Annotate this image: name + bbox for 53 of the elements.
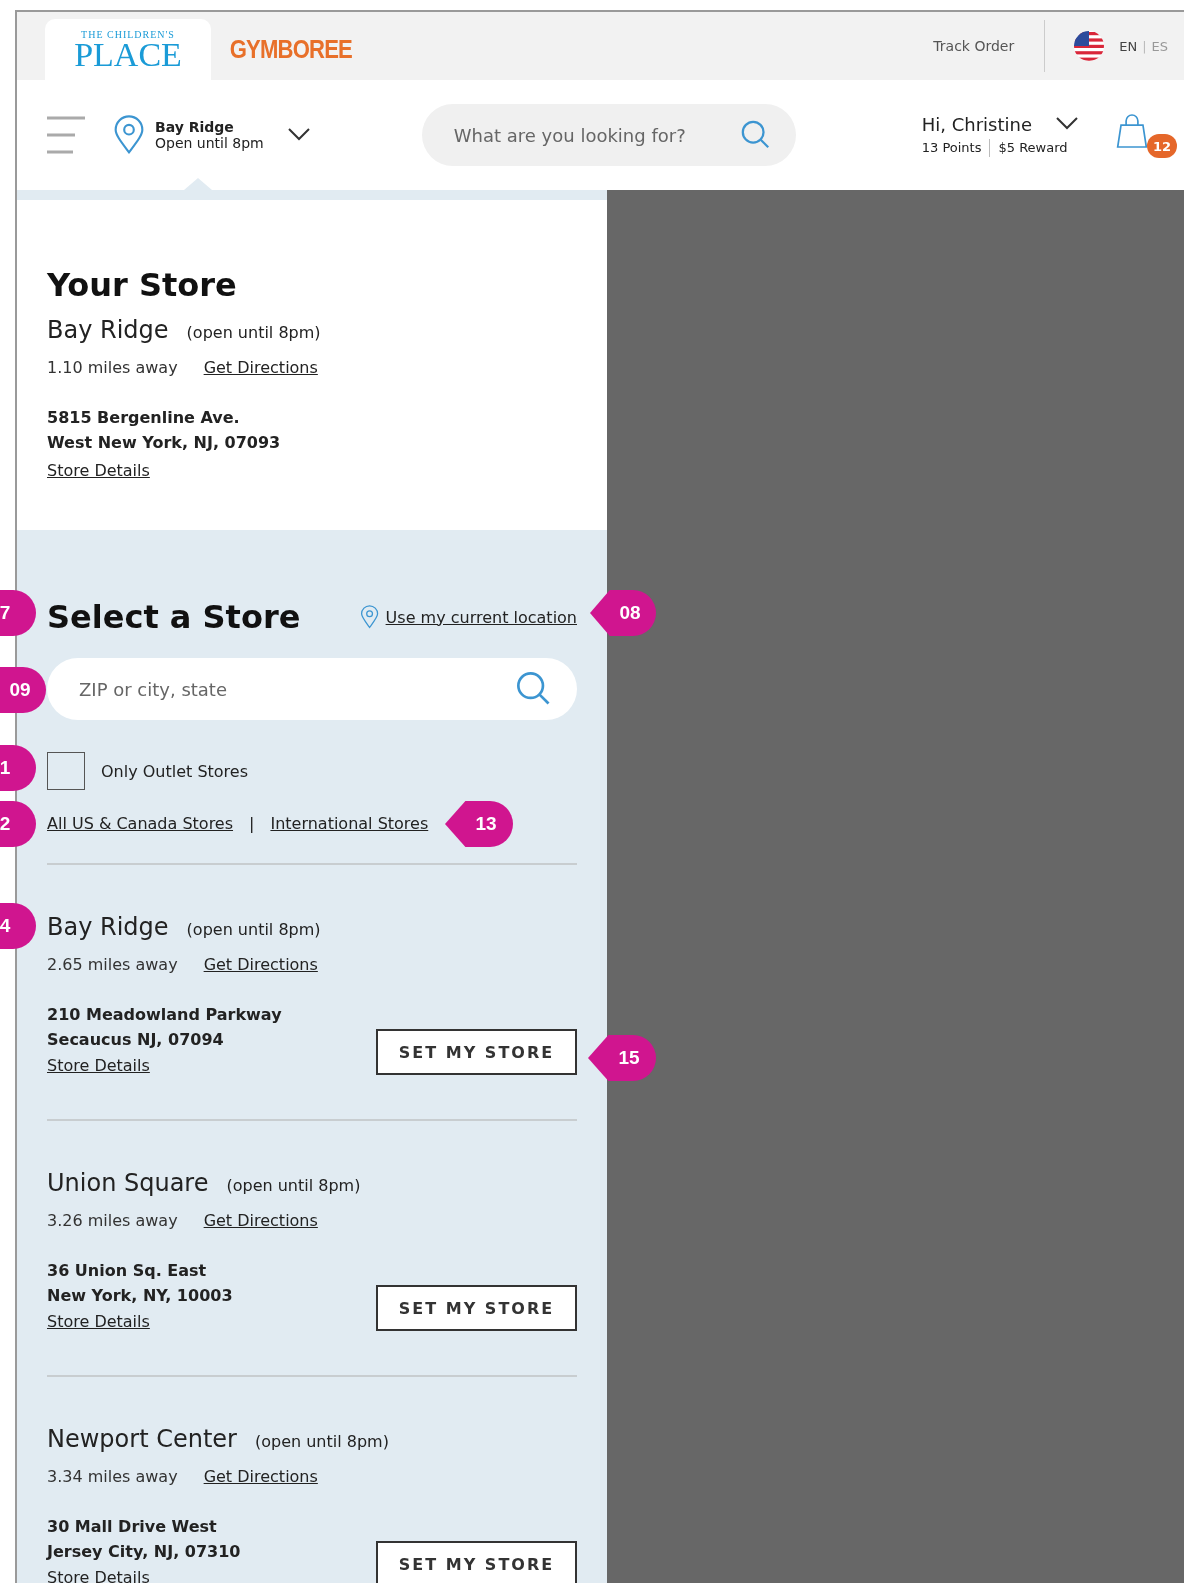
section-title: Your Store [47, 266, 238, 304]
store-name: Newport Center [47, 1425, 237, 1453]
track-order-link[interactable]: Track Order [933, 20, 1046, 72]
store-name: Union Square [47, 1169, 209, 1197]
language-separator: | [1142, 38, 1147, 54]
store-hours: (open until 8pm) [186, 323, 321, 342]
store-list-link[interactable]: International Stores [270, 814, 429, 833]
store-name[interactable]: Bay Ridge [155, 119, 264, 135]
directions-link[interactable]: Get Directions [203, 1211, 318, 1230]
language-option[interactable]: EN [1119, 38, 1138, 54]
use-location-link[interactable]: Use my current location [385, 607, 577, 627]
store-address: New York, NY, 10003 [47, 1285, 233, 1307]
directions-link[interactable]: Get Directions [203, 955, 318, 974]
greeting[interactable]: Hi, Christine [921, 113, 1033, 135]
directions-link[interactable]: Get Directions [203, 358, 318, 377]
store-hours: (open until 8pm) [226, 1176, 361, 1195]
reward-amount: $5 Reward [998, 140, 1068, 155]
set-store-button[interactable]: SET MY STORE [376, 1541, 577, 1583]
points-count: 13 Points [921, 140, 982, 155]
store-address: Secaucus NJ, 07094 [47, 1029, 224, 1051]
set-store-button[interactable]: SET MY STORE [376, 1029, 577, 1075]
store-details-link[interactable]: Store Details [47, 1312, 150, 1331]
annotation-marker: 09 [0, 667, 46, 713]
link-separator: | [249, 814, 255, 833]
store-details-link[interactable]: Store Details [47, 1056, 150, 1075]
cart-count-badge: 12 [1147, 134, 1178, 158]
store-distance: 3.34 miles away [47, 1467, 178, 1486]
store-hours: (open until 8pm) [186, 920, 321, 939]
store-address: 5815 Bergenline Ave. [47, 407, 240, 429]
brand-logo-text: THE CHILDREN'S [81, 29, 175, 40]
store-address: 210 Meadowland Parkway [47, 1004, 282, 1026]
store-address: 36 Union Sq. East [47, 1260, 207, 1282]
store-address: West New York, NJ, 07093 [47, 432, 281, 454]
zip-search-field[interactable]: ZIP or city, state [47, 658, 577, 720]
store-distance: 2.65 miles away [47, 955, 178, 974]
store-name: Bay Ridge [47, 316, 169, 344]
store-details-link[interactable]: Store Details [47, 461, 150, 480]
section-title: Select a Store [47, 598, 301, 636]
store-name: Bay Ridge [47, 913, 169, 941]
store-list-link[interactable]: All US & Canada Stores [47, 814, 234, 833]
checkbox-label: Only Outlet Stores [101, 761, 248, 781]
store-distance: 3.26 miles away [47, 1211, 178, 1230]
store-address: 30 Mall Drive West [47, 1516, 217, 1538]
brand-logo-text: GYMBOREE [229, 34, 353, 65]
store-details-link[interactable]: Store Details [47, 1568, 150, 1583]
directions-link[interactable]: Get Directions [203, 1467, 318, 1486]
search-field[interactable]: What are you looking for? [421, 104, 796, 166]
store-distance: 1.10 miles away [47, 358, 178, 377]
store-address: Jersey City, NJ, 07310 [47, 1541, 241, 1563]
store-hours: Open until 8pm [155, 135, 264, 151]
store-hours: (open until 8pm) [254, 1432, 389, 1451]
set-store-button[interactable]: SET MY STORE [376, 1285, 577, 1331]
brand-logo-text: PLACE [74, 40, 182, 70]
